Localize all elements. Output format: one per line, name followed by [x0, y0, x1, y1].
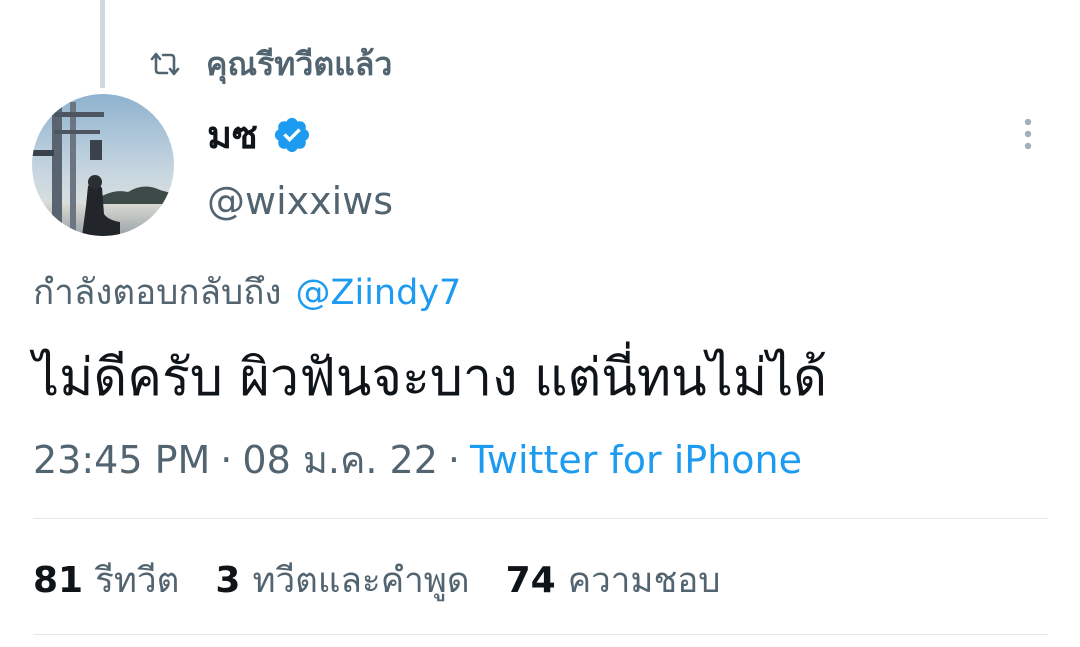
tweet-text: ไม่ดีครับ ผิวฟันจะบาง แต่นี่ทนไม่ได้: [33, 348, 828, 408]
quote-tweets-stat[interactable]: 3 ทวีตและคำพูด: [215, 553, 469, 608]
reply-prefix: กำลังตอบกลับถึง: [33, 273, 282, 313]
divider: [33, 518, 1048, 519]
verified-badge-icon: [272, 115, 312, 155]
likes-stat[interactable]: 74 ความชอบ: [506, 553, 721, 608]
tweet-metadata: 23:45 PM · 08 ม.ค. 22 · Twitter for iPhone: [33, 434, 802, 486]
tweet-time[interactable]: 23:45 PM: [33, 438, 210, 482]
more-options-button[interactable]: [1008, 112, 1048, 160]
tweet-date[interactable]: 08 ม.ค. 22: [242, 438, 438, 482]
tweet-stats: 81 รีทวีต 3 ทวีตและคำพูด 74 ความชอบ: [33, 554, 756, 606]
reply-mention-link[interactable]: @Ziindy7: [296, 273, 462, 313]
author-name-row[interactable]: มซ: [207, 110, 312, 160]
separator-dot: ·: [447, 438, 460, 482]
divider: [33, 634, 1048, 635]
avatar[interactable]: [32, 94, 174, 236]
retweets-label: รีทวีต: [95, 560, 180, 601]
display-name[interactable]: มซ: [207, 110, 258, 160]
more-vertical-icon: [1022, 116, 1034, 156]
quote-tweets-label: ทวีตและคำพูด: [252, 560, 470, 601]
retweet-icon: [146, 49, 184, 79]
social-context: คุณรีทวีตแล้ว: [146, 42, 392, 86]
quote-tweets-count: 3: [215, 559, 241, 601]
retweets-count: 81: [33, 559, 84, 601]
tweet-source-link[interactable]: Twitter for iPhone: [470, 438, 802, 482]
retweeted-label: คุณรีทวีตแล้ว: [206, 45, 393, 83]
thread-connector-line: [100, 0, 105, 88]
likes-count: 74: [505, 559, 556, 601]
separator-dot: ·: [220, 438, 233, 482]
retweets-stat[interactable]: 81 รีทวีต: [33, 553, 179, 608]
author-handle[interactable]: @wixxiws: [207, 176, 393, 226]
likes-label: ความชอบ: [567, 560, 721, 601]
reply-context: กำลังตอบกลับถึง @Ziindy7: [33, 268, 461, 318]
